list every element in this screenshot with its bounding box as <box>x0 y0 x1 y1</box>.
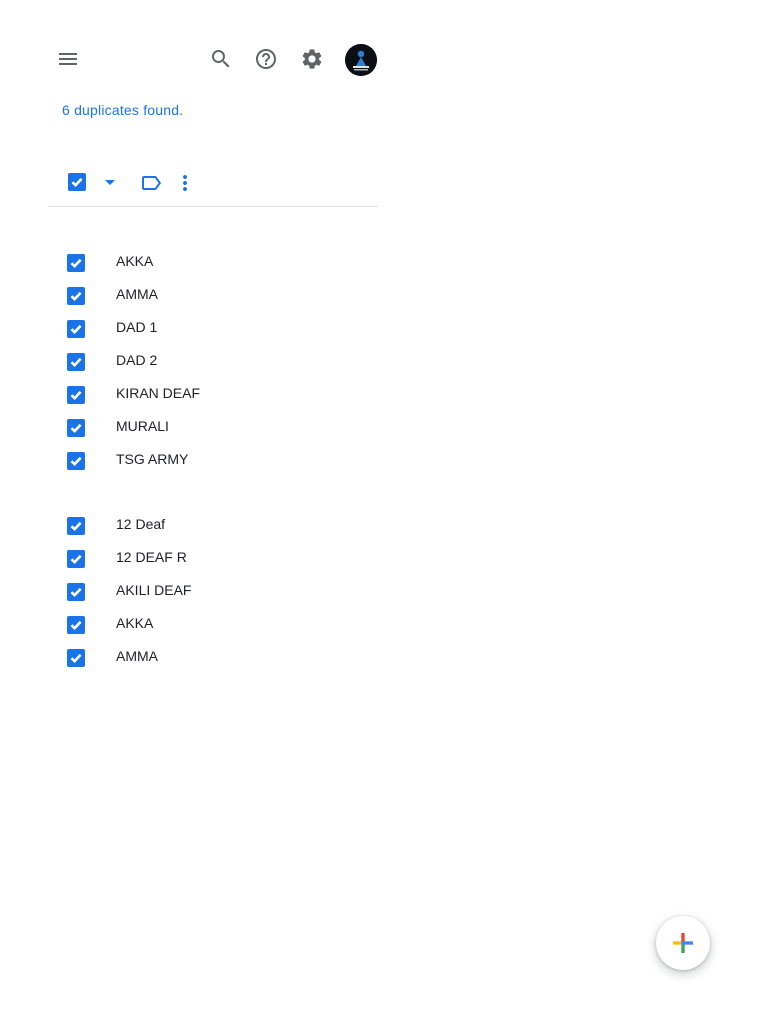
contact-row[interactable]: AMMA <box>67 285 387 318</box>
contact-name: TSG ARMY <box>116 451 189 467</box>
contact-checkbox[interactable] <box>67 353 85 371</box>
contact-name: AKKA <box>116 615 154 631</box>
checkmark-icon <box>70 653 82 664</box>
caret-down-icon[interactable] <box>98 170 122 194</box>
contact-checkbox[interactable] <box>67 386 85 404</box>
contact-checkbox[interactable] <box>67 649 85 667</box>
contact-checkbox[interactable] <box>67 517 85 535</box>
duplicate-group-2: 12 Deaf 12 DEAF R AKILI DEAF AKKA AMMA <box>67 515 387 680</box>
contact-row[interactable]: TSG ARMY <box>67 450 387 483</box>
checkmark-icon <box>70 620 82 631</box>
gear-icon[interactable] <box>296 43 328 75</box>
contact-row[interactable]: DAD 1 <box>67 318 387 351</box>
contact-name: AKILI DEAF <box>116 582 192 598</box>
help-icon[interactable] <box>250 43 282 75</box>
label-icon[interactable] <box>138 170 164 196</box>
duplicate-group-1: AKKA AMMA DAD 1 DAD 2 KIRAN DEAF MURALI … <box>67 252 387 483</box>
contact-checkbox[interactable] <box>67 452 85 470</box>
contact-row[interactable]: AKKA <box>67 614 387 647</box>
contact-checkbox[interactable] <box>67 254 85 272</box>
contact-checkbox[interactable] <box>67 419 85 437</box>
contact-name: MURALI <box>116 418 169 434</box>
contact-checkbox[interactable] <box>67 550 85 568</box>
contact-name: AMMA <box>116 648 158 664</box>
contact-row[interactable]: AKKA <box>67 252 387 285</box>
contact-row[interactable]: KIRAN DEAF <box>67 384 387 417</box>
plus-icon <box>673 933 693 953</box>
selection-toolbar <box>48 166 378 207</box>
checkmark-icon <box>70 587 82 598</box>
checkmark-icon <box>71 177 83 188</box>
contact-name: 12 Deaf <box>116 516 166 532</box>
checkmark-icon <box>70 291 82 302</box>
contact-checkbox[interactable] <box>67 583 85 601</box>
hamburger-menu-icon[interactable] <box>52 43 84 75</box>
checkmark-icon <box>70 554 82 565</box>
checkmark-icon <box>70 258 82 269</box>
checkmark-icon <box>70 390 82 401</box>
contact-row[interactable]: MURALI <box>67 417 387 450</box>
contact-row[interactable]: 12 Deaf <box>67 515 387 548</box>
checkmark-icon <box>70 357 82 368</box>
contact-row[interactable]: DAD 2 <box>67 351 387 384</box>
top-app-bar <box>0 0 400 120</box>
select-all-checkbox[interactable] <box>68 173 86 191</box>
contact-name: AKKA <box>116 253 154 269</box>
contact-row[interactable]: AMMA <box>67 647 387 680</box>
contact-row[interactable]: 12 DEAF R <box>67 548 387 581</box>
contact-name: 12 DEAF R <box>116 549 187 565</box>
checkmark-icon <box>70 324 82 335</box>
checkmark-icon <box>70 456 82 467</box>
contact-row[interactable]: AKILI DEAF <box>67 581 387 614</box>
contact-checkbox[interactable] <box>67 287 85 305</box>
contact-name: DAD 1 <box>116 319 158 335</box>
more-vertical-icon[interactable] <box>172 170 198 196</box>
search-icon[interactable] <box>205 43 237 75</box>
contact-checkbox[interactable] <box>67 616 85 634</box>
checkmark-icon <box>70 521 82 532</box>
profile-avatar[interactable] <box>345 44 377 76</box>
duplicates-found-message: 6 duplicates found. <box>62 102 184 118</box>
checkmark-icon <box>70 423 82 434</box>
contact-name: DAD 2 <box>116 352 158 368</box>
contact-checkbox[interactable] <box>67 320 85 338</box>
contact-name: AMMA <box>116 286 158 302</box>
contact-name: KIRAN DEAF <box>116 385 201 401</box>
create-contact-fab[interactable] <box>656 916 710 970</box>
